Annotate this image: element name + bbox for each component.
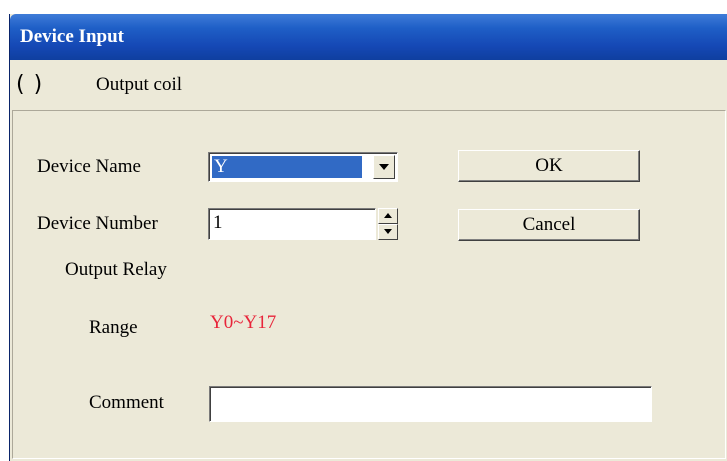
window-title: Device Input bbox=[20, 26, 124, 47]
arrow-down-icon[interactable] bbox=[378, 224, 398, 240]
output-coil-symbol-icon: ( ) bbox=[16, 72, 44, 97]
title-bar[interactable]: Device Input bbox=[10, 14, 727, 60]
instruction-label: Output coil bbox=[96, 74, 183, 95]
device-name-selected-value: Y bbox=[212, 156, 362, 178]
device-number-label: Device Number bbox=[37, 213, 158, 234]
device-input-dialog: Device Input ( ) Output coil Device Name… bbox=[9, 14, 727, 461]
chevron-down-icon[interactable] bbox=[373, 155, 395, 179]
instruction-row: ( ) Output coil bbox=[10, 60, 727, 110]
comment-label: Comment bbox=[89, 392, 164, 413]
cancel-button[interactable]: Cancel bbox=[458, 209, 640, 241]
ok-button[interactable]: OK bbox=[458, 150, 640, 182]
device-name-combobox[interactable]: Y bbox=[208, 152, 398, 182]
range-value: Y0~Y17 bbox=[210, 312, 277, 333]
device-number-input[interactable]: 1 bbox=[208, 208, 376, 240]
device-name-label: Device Name bbox=[37, 156, 141, 177]
arrow-up-icon[interactable] bbox=[378, 208, 398, 224]
device-number-spinner[interactable] bbox=[378, 208, 398, 240]
range-label: Range bbox=[89, 317, 138, 338]
comment-field[interactable] bbox=[209, 386, 652, 422]
device-type-label: Output Relay bbox=[65, 259, 167, 280]
